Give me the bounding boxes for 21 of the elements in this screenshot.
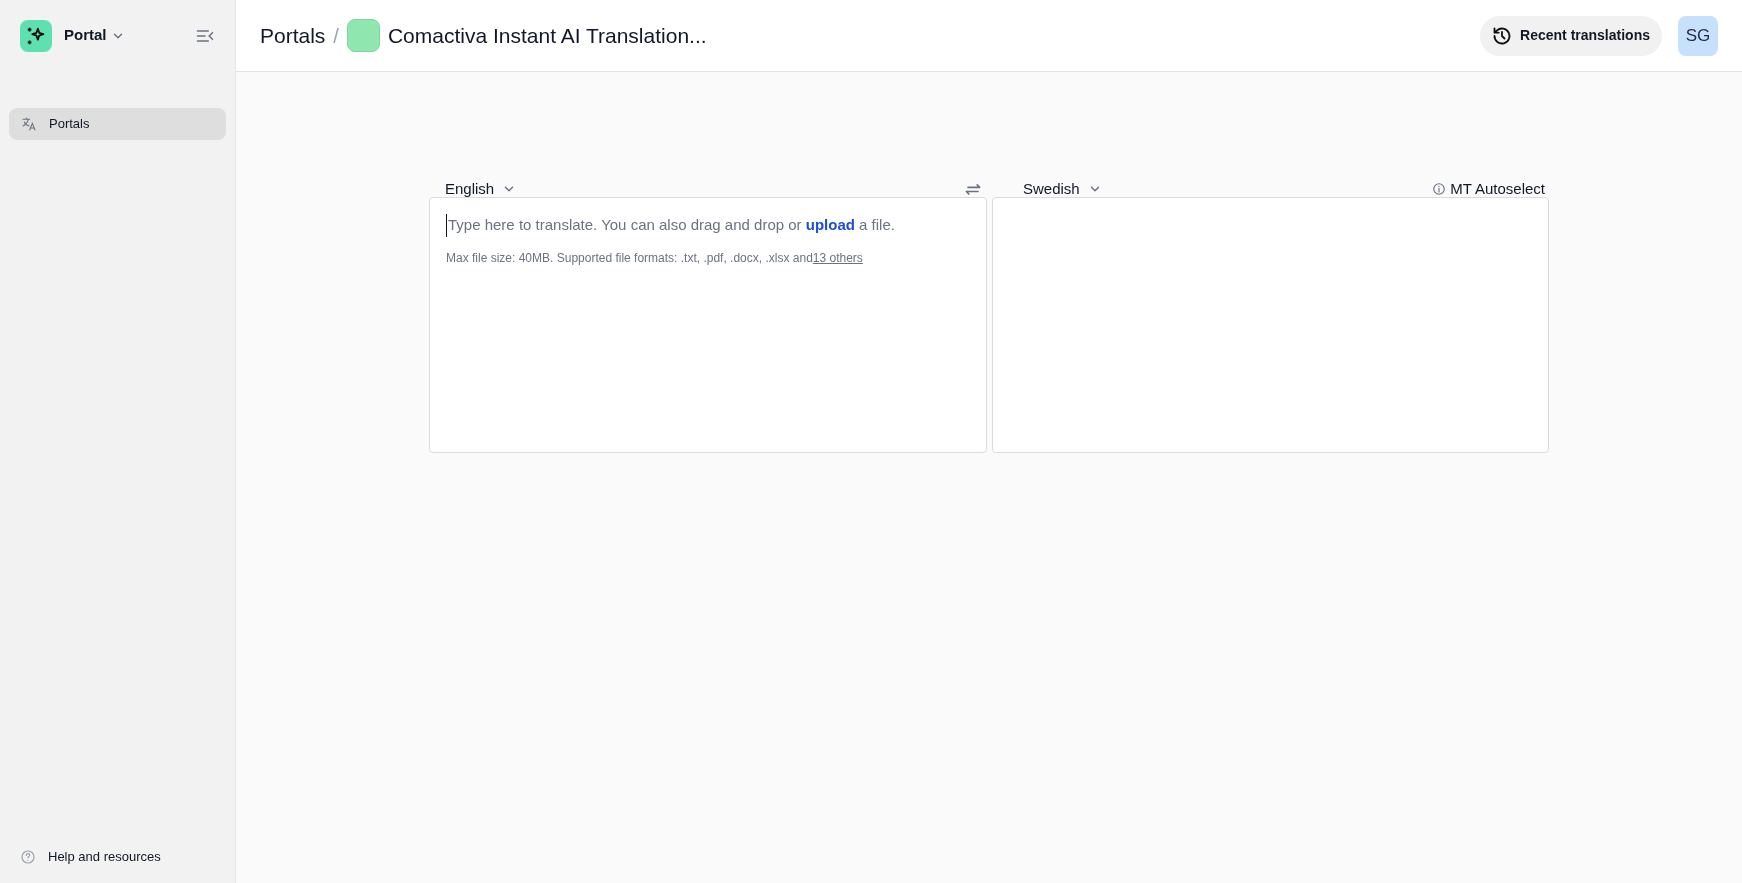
- sidebar-item[interactable]: Portals: [9, 108, 226, 140]
- history-icon: [1492, 25, 1513, 46]
- engine-label: MT Autoselect: [1450, 178, 1545, 199]
- info-icon: [1432, 182, 1447, 196]
- translate-icon: [21, 116, 37, 132]
- app-logo-icon: [20, 19, 52, 52]
- help-link[interactable]: Help and resources: [48, 847, 161, 867]
- help-icon: [20, 849, 36, 865]
- recent-translations-button[interactable]: Recent translations: [1480, 15, 1662, 56]
- target-language-dropdown[interactable]: Swedish: [1023, 177, 1102, 201]
- portal-color-icon: [346, 19, 380, 52]
- source-text-area[interactable]: Type here to translate. You can also drag and drop or upload a file. Max file size: 40MB. Supported file formats: .txt, .pdf, .docx, .xlsx and13 others: [429, 197, 987, 453]
- breadcrumb-separator: /: [333, 23, 339, 49]
- other-formats-link[interactable]: 13 others: [812, 250, 863, 265]
- breadcrumb-link[interactable]: Portals: [260, 19, 326, 52]
- input-placeholder: Type here to translate. You can also drag and drop or upload a file.: [446, 214, 970, 237]
- user-avatar[interactable]: SG: [1678, 15, 1718, 56]
- upload-link[interactable]: upload: [805, 216, 855, 233]
- file-info-text: Max file size: 40MB. Supported file formats: .txt, .pdf, .docx, .xlsx and13 others: [446, 249, 864, 267]
- workspace-switcher[interactable]: Portal: [64, 24, 125, 47]
- page-title: Comactiva Instant AI Translation...: [387, 22, 707, 49]
